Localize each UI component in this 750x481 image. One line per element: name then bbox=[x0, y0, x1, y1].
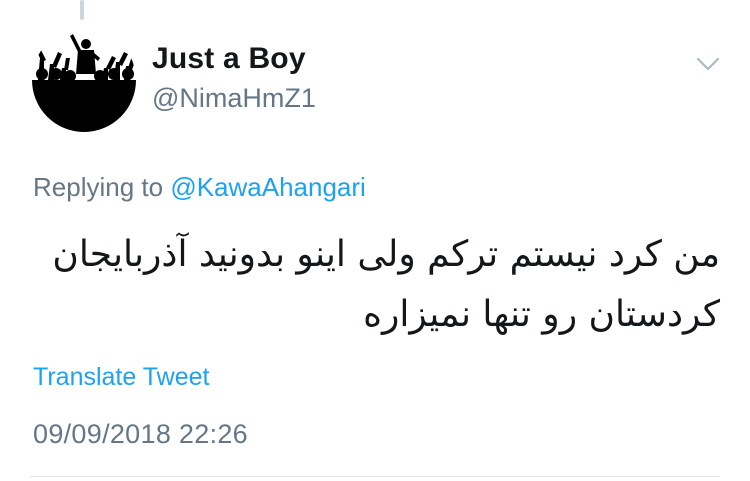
replying-to-label: Replying to bbox=[33, 172, 164, 202]
thread-connector-line bbox=[80, 0, 84, 20]
tweet-card: Just a Boy @NimaHmZ1 Replying to @KawaAh… bbox=[0, 0, 750, 481]
replying-to-line: Replying to @KawaAhangari bbox=[33, 172, 366, 203]
translate-tweet-link[interactable]: Translate Tweet bbox=[33, 363, 209, 392]
avatar[interactable] bbox=[32, 28, 136, 132]
avatar-silhouette-icon bbox=[32, 34, 136, 132]
tweet-text-line: کردستان رو تنها نمیزاره bbox=[363, 294, 720, 335]
divider bbox=[30, 476, 720, 477]
tweet-text: من کرد نیستم ترکم ولی اینو بدونید آذربای… bbox=[30, 225, 720, 345]
user-display-name[interactable]: Just a Boy bbox=[152, 42, 306, 76]
chevron-down-icon bbox=[696, 57, 720, 71]
tweet-menu-button[interactable] bbox=[694, 54, 722, 74]
tweet-timestamp[interactable]: 09/09/2018 22:26 bbox=[33, 419, 248, 450]
tweet-text-line: من کرد نیستم ترکم ولی اینو بدونید آذربای… bbox=[52, 234, 720, 275]
reply-mention-link[interactable]: @KawaAhangari bbox=[170, 172, 366, 202]
user-handle[interactable]: @NimaHmZ1 bbox=[152, 83, 316, 114]
